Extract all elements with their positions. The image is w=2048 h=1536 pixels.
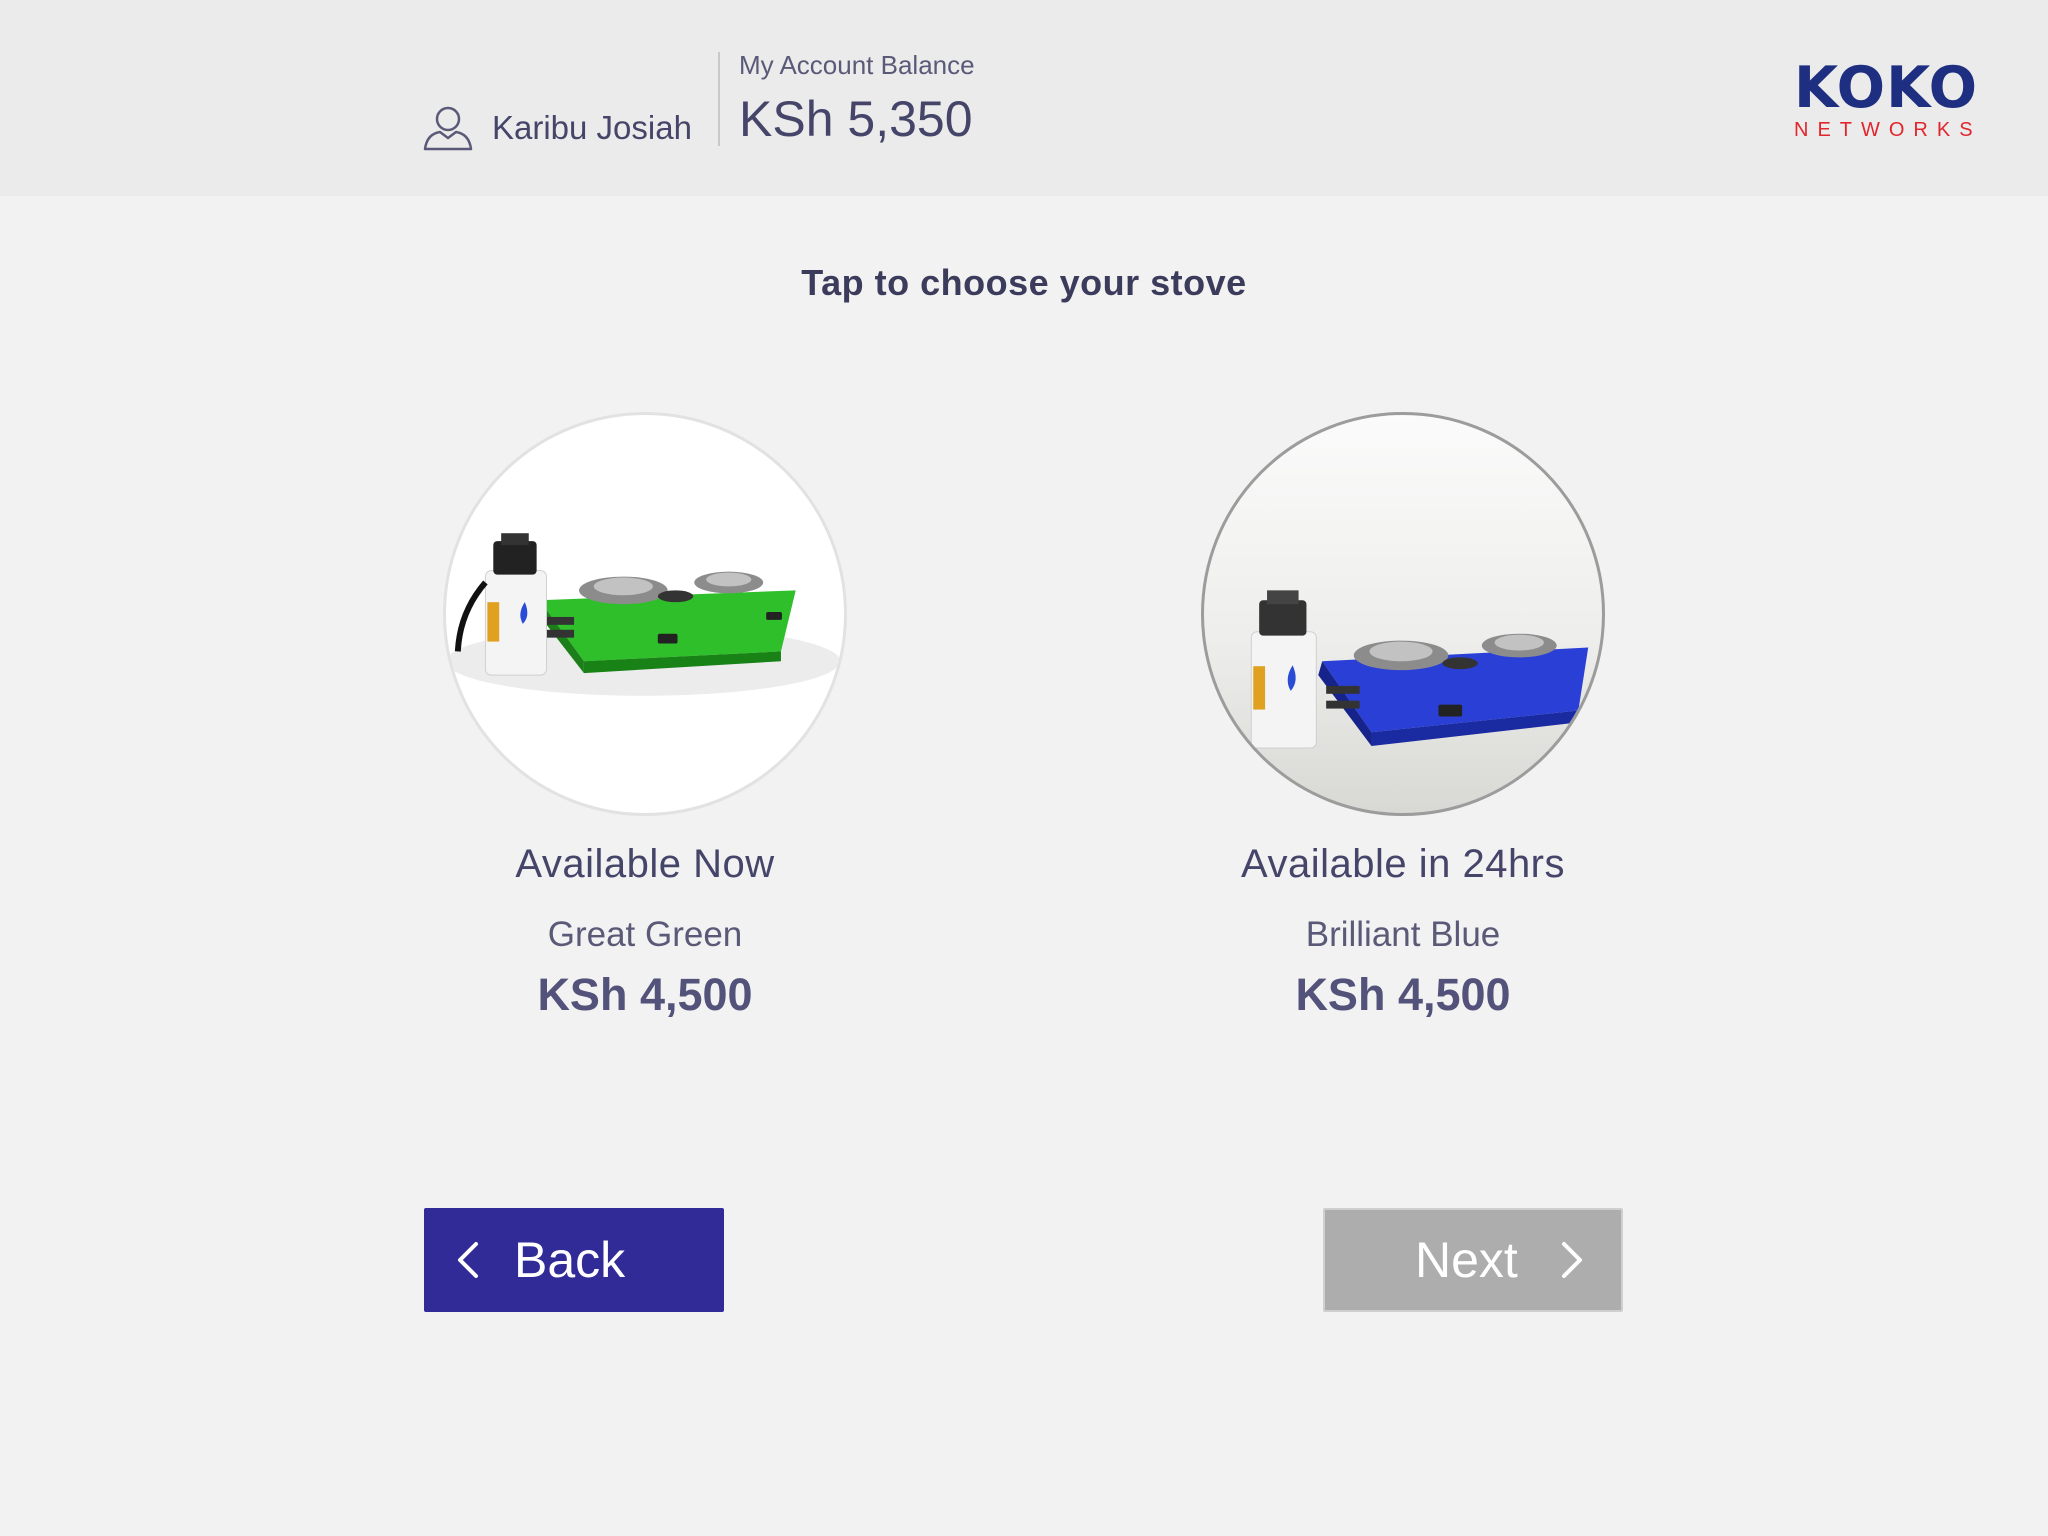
- stove-price: KSh 4,500: [1295, 969, 1511, 1020]
- chevron-right-icon: [1561, 1242, 1582, 1278]
- stove-image-blue[interactable]: [1201, 412, 1605, 816]
- app-header: Karibu Josiah My Account Balance KSh 5,3…: [0, 0, 2048, 196]
- balance-label: My Account Balance: [739, 50, 975, 80]
- green-stove-picture: [446, 533, 841, 696]
- stove-model-name: Great Green: [547, 915, 743, 954]
- stove-model-name: Brilliant Blue: [1305, 915, 1501, 954]
- user-greeting: Karibu Josiah: [422, 100, 692, 156]
- stove-option-green[interactable]: Available Now Great Green KSh 4,500: [435, 412, 855, 1021]
- logo-primary: KOKO: [1794, 55, 1979, 121]
- next-button[interactable]: Next: [1323, 1208, 1623, 1312]
- greeting-text: Karibu Josiah: [492, 109, 692, 146]
- page-title: Tap to choose your stove: [801, 262, 1247, 303]
- next-button-label: Next: [1415, 1232, 1518, 1288]
- logo-secondary: NETWORKS: [1794, 119, 1982, 141]
- availability-text: Available in 24hrs: [1240, 842, 1566, 886]
- header-divider: [718, 52, 720, 146]
- availability-text: Available Now: [515, 842, 775, 886]
- koko-networks-logo: KOKO NETWORKS: [1794, 58, 1986, 142]
- chevron-left-icon: [458, 1242, 478, 1278]
- stove-price: KSh 4,500: [537, 969, 753, 1020]
- stove-image-green[interactable]: [443, 412, 847, 816]
- blue-stove-picture: [1250, 590, 1589, 749]
- back-button-label: Back: [514, 1232, 626, 1288]
- back-button[interactable]: Back: [424, 1208, 724, 1312]
- balance-value: KSh 5,350: [739, 91, 973, 147]
- user-icon: [423, 106, 473, 151]
- stove-option-blue[interactable]: Available in 24hrs Brilliant Blue KSh 4,…: [1193, 412, 1613, 1021]
